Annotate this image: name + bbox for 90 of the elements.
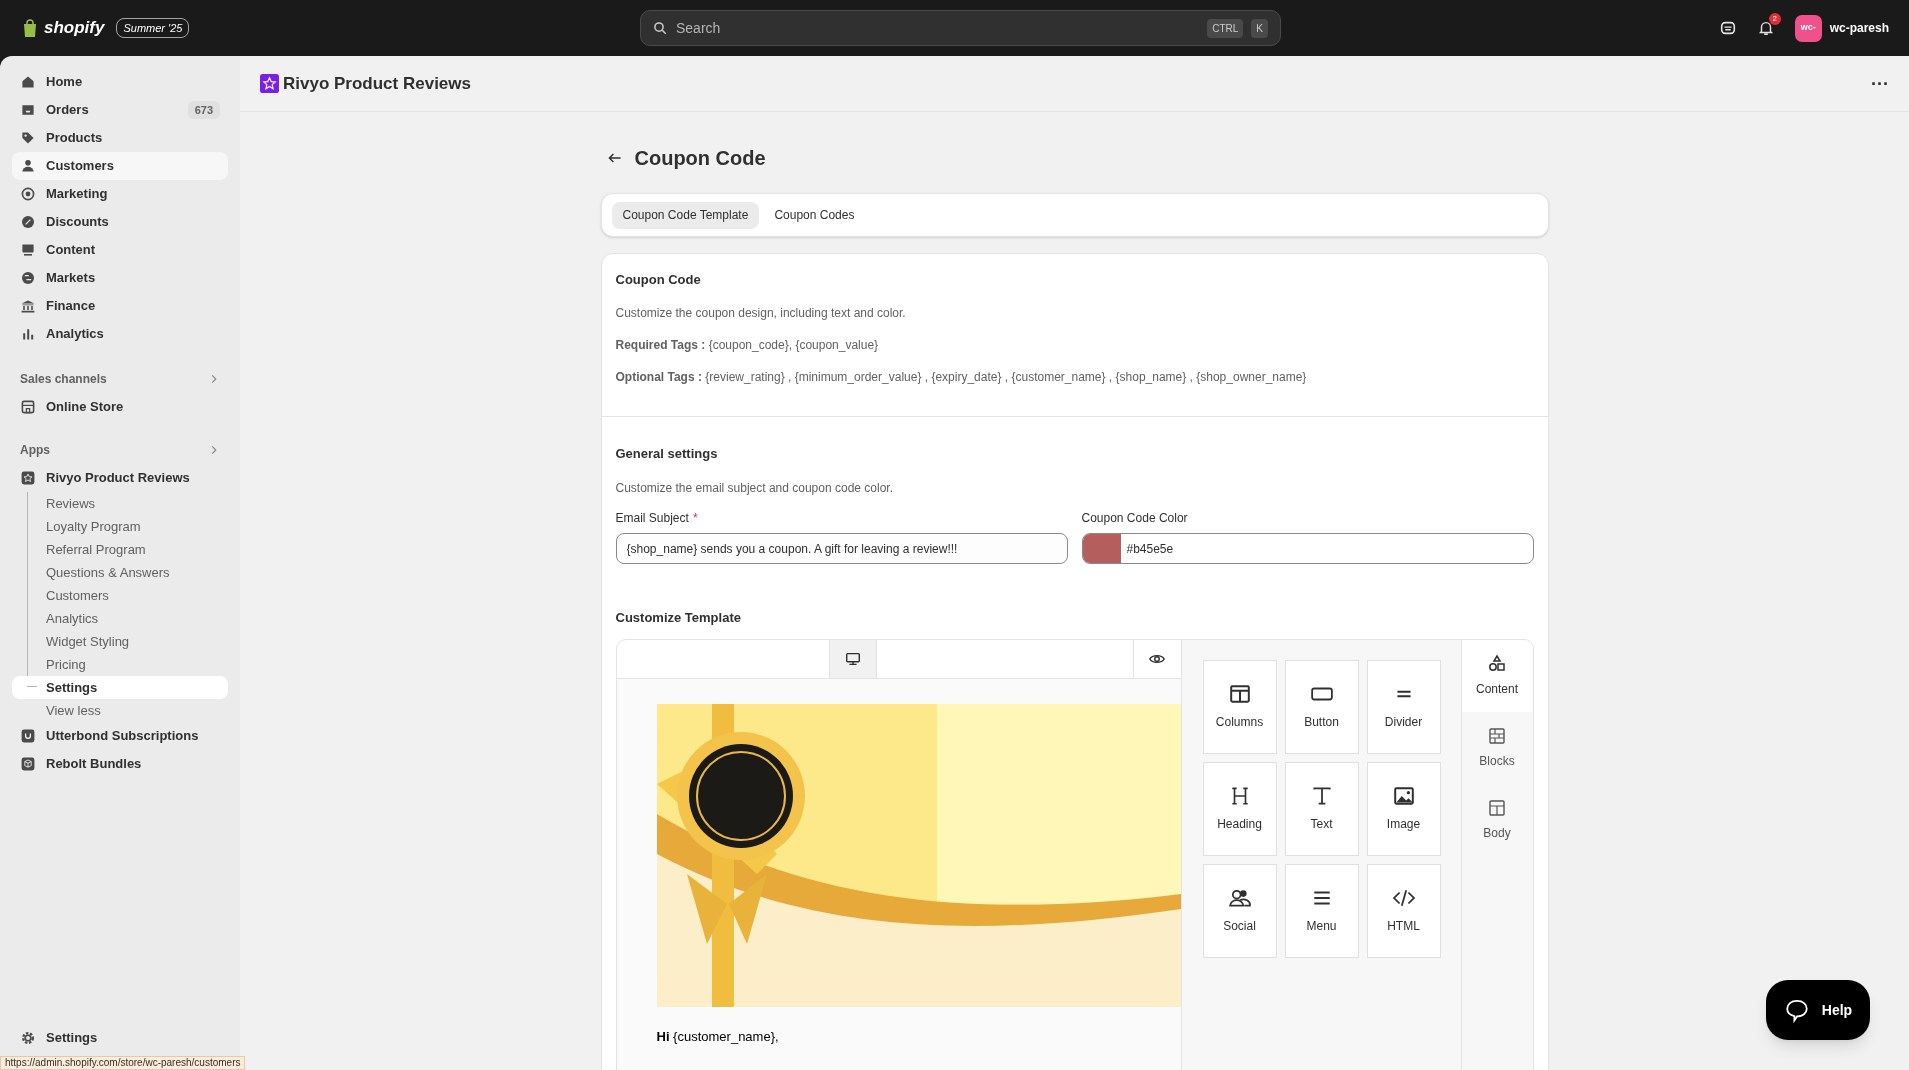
nav-subitem[interactable]: Customers: [12, 584, 228, 607]
nav-item[interactable]: Online Store: [12, 393, 228, 421]
tab[interactable]: Coupon Codes: [763, 201, 866, 229]
brand-logo[interactable]: shopify: [44, 15, 105, 41]
page-title: Coupon Code: [634, 146, 766, 171]
panel-tab[interactable]: Content: [1461, 639, 1533, 712]
section-description: Customize the email subject and coupon code color.: [615, 480, 894, 497]
bar-chart-icon: [20, 326, 36, 342]
count-badge: 673: [187, 100, 220, 120]
shapes-icon: [1487, 653, 1507, 674]
section-title: Customize Template: [615, 609, 742, 627]
tags-line: Required Tags : {coupon_code}, {coupon_value}: [615, 336, 880, 354]
block-tile[interactable]: HTML: [1366, 863, 1441, 958]
cube-icon: [20, 756, 36, 772]
storefront-icon: [20, 399, 36, 415]
desktop-view-button[interactable]: [828, 639, 877, 678]
email-subject-field[interactable]: {shop_name} sends you a coupon. A gift for leaving a review!!!: [615, 533, 1068, 564]
search-field[interactable]: Search CTRL K: [640, 10, 1281, 46]
nav-subitem[interactable]: Pricing: [12, 653, 228, 676]
shortcut-key: K: [1251, 18, 1268, 38]
block-tile[interactable]: Social: [1202, 863, 1277, 958]
inbox-icon: [20, 102, 36, 118]
nav-item[interactable]: Marketing: [12, 180, 228, 208]
nav-item[interactable]: Orders 673: [12, 96, 228, 124]
section-title: General settings: [615, 444, 719, 463]
settings-icon: [20, 1030, 36, 1046]
block-tile[interactable]: Text: [1284, 761, 1359, 856]
chat-bubble-icon: [1783, 997, 1810, 1023]
section-description: Customize the coupon design, including text and color.: [615, 304, 907, 322]
block-tile[interactable]: Divider: [1366, 659, 1441, 754]
search-input[interactable]: Search: [676, 17, 1200, 39]
nav-item[interactable]: Markets: [12, 264, 228, 292]
nav-item[interactable]: Finance: [12, 292, 228, 320]
nav-item[interactable]: Products: [12, 124, 228, 152]
tab[interactable]: Coupon Code Template: [611, 201, 760, 229]
color-swatch[interactable]: [1082, 534, 1121, 563]
home-icon: [20, 74, 36, 90]
nav-item[interactable]: Content: [12, 236, 228, 264]
bank-icon: [20, 298, 36, 314]
edition-badge: Summer '25: [116, 17, 190, 39]
block-tile[interactable]: Menu: [1284, 863, 1359, 958]
nav-item[interactable]: Home: [12, 68, 228, 96]
nav-subitem[interactable]: Settings: [12, 676, 228, 699]
greeting-text: Hi {customer_name},: [656, 1027, 780, 1046]
status-url: https://admin.shopify.com/store/wc-paresh/customers: [0, 1056, 246, 1070]
required-mark: *: [692, 511, 698, 525]
brick-icon: [1487, 725, 1507, 746]
nav-subitem[interactable]: View less: [12, 699, 228, 722]
panel-tab[interactable]: Blocks: [1461, 711, 1533, 784]
search-icon: [653, 20, 668, 36]
nav-subitem[interactable]: Referral Program: [12, 538, 228, 561]
section-heading: Sales channels: [20, 371, 107, 388]
nav-subitem[interactable]: Widget Styling: [12, 630, 228, 653]
block-tile[interactable]: Heading: [1202, 761, 1277, 856]
nav-item[interactable]: Rivyo Product Reviews: [12, 464, 228, 492]
section-heading: Apps: [20, 442, 50, 459]
block-tile[interactable]: Columns: [1202, 659, 1277, 754]
nav-item[interactable]: Customers: [12, 152, 228, 180]
help-button[interactable]: Help: [1766, 980, 1870, 1040]
layout-icon: [1487, 797, 1507, 818]
tag-icon: [20, 130, 36, 146]
nav-subitem[interactable]: Loyalty Program: [12, 515, 228, 538]
text-icon: [1310, 784, 1333, 807]
user-name[interactable]: wc-paresh: [1829, 19, 1889, 37]
nav-subitem[interactable]: Questions & Answers: [12, 561, 228, 584]
nav-item[interactable]: Settings: [12, 1024, 228, 1052]
app-title: Rivyo Product Reviews: [283, 72, 471, 95]
nav-subitem[interactable]: Reviews: [12, 492, 228, 515]
panel-tab[interactable]: Body: [1461, 783, 1533, 856]
monitor-icon: [20, 242, 36, 258]
field-label: Email Subject: [615, 511, 689, 525]
person-icon: [20, 158, 36, 174]
columns-icon: [1228, 682, 1251, 705]
star-app-icon: [260, 74, 279, 93]
nav-item[interactable]: Rebolt Bundles: [12, 750, 228, 778]
nav-item[interactable]: Analytics: [12, 320, 228, 348]
assistant-icon[interactable]: [1718, 19, 1737, 37]
image-icon: [1392, 784, 1415, 807]
field-label: Coupon Code Color: [1081, 510, 1189, 527]
nav-item[interactable]: Utterbond Subscriptions: [12, 722, 228, 750]
target-icon: [20, 186, 36, 202]
tags-line: Optional Tags : {review_rating} , {minimum_order_value} , {expiry_date} , {customer_name} , {shop_name} , {shop_owner_name}: [615, 368, 1308, 386]
more-actions-button[interactable]: ···: [1871, 74, 1889, 93]
shortcut-key: CTRL: [1207, 18, 1244, 38]
block-tile[interactable]: Button: [1284, 659, 1359, 754]
section-title: Coupon Code: [615, 271, 702, 289]
notification-count: 2: [1768, 13, 1781, 25]
nav-subitem[interactable]: Analytics: [12, 607, 228, 630]
nav-item[interactable]: Discounts: [12, 208, 228, 236]
block-tile[interactable]: Image: [1366, 761, 1441, 856]
